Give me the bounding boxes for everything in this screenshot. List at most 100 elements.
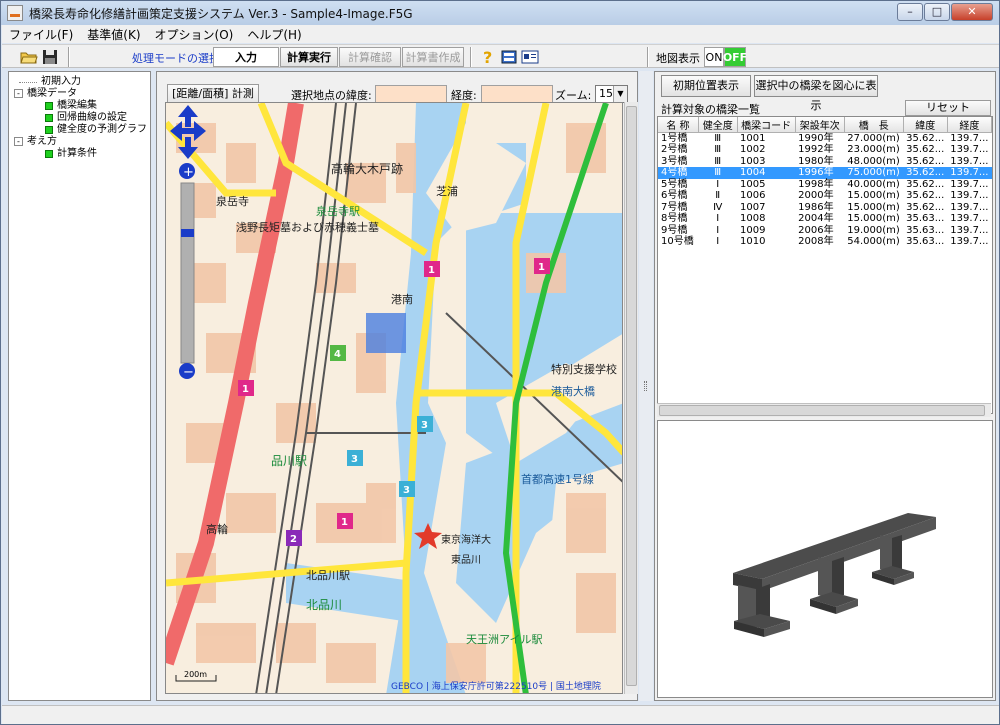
cell-latitude: 35.63... [906, 213, 945, 225]
svg-text:+: + [183, 165, 194, 180]
column-header-latitude[interactable]: 緯度 [903, 117, 948, 133]
manual-book-icon[interactable] [499, 47, 519, 67]
zoom-label: ズーム: [555, 89, 592, 102]
table-row[interactable]: 6号橋 Ⅱ 1006 2000年 15.000(m) 35.62... 139.7... [658, 190, 992, 202]
table-row[interactable]: 7号橋 Ⅳ 1007 1986年 15.000(m) 35.62... 139.7... [658, 202, 992, 214]
cell-code: 1002 [740, 144, 766, 156]
tree-item-bridge-edit[interactable]: 橋梁編集 [9, 100, 150, 112]
menu-bar: ファイル(F) 基準値(K) オプション(O) ヘルプ(H) [2, 25, 999, 43]
longitude-input[interactable] [481, 85, 553, 103]
confirm-calculation-button[interactable]: 計算確認 [339, 47, 401, 67]
zoom-slider[interactable]: + − [179, 163, 195, 380]
cell-code: 1004 [737, 167, 796, 179]
tree-item-initial-input[interactable]: 初期入力 [9, 76, 150, 88]
table-row[interactable]: 10号橋 Ⅰ 1010 2008年 54.000(m) 35.63... 139.7... [658, 236, 992, 248]
tree-item-calc-conditions[interactable]: 計算条件 [9, 148, 150, 160]
menu-file[interactable]: ファイル(F) [2, 26, 80, 43]
cell-longitude: 139.7... [950, 201, 989, 213]
help-icon[interactable]: ? [479, 47, 497, 67]
cell-longitude: 139.7... [947, 167, 992, 179]
map-label-higashishinagawa: 東品川 [451, 553, 481, 566]
menu-options[interactable]: オプション(O) [148, 26, 241, 43]
menu-help[interactable]: ヘルプ(H) [240, 26, 308, 43]
map-label-takanawa-gate: 高輪大木戸跡 [331, 161, 403, 176]
column-header-code[interactable]: 橋梁コード [737, 117, 796, 133]
table-row[interactable]: 3号橋 Ⅲ 1003 1980年 48.000(m) 35.62... 139.7... [658, 156, 992, 168]
mode-select-field[interactable]: 入力 [213, 47, 279, 67]
zoom-select[interactable]: 15 ▼ [595, 85, 628, 103]
menu-standard[interactable]: 基準値(K) [80, 26, 147, 43]
tree-node-icon [45, 150, 53, 158]
chevron-down-icon[interactable]: ▼ [613, 86, 627, 102]
map-label-sengakuji-temple: 泉岳寺 [216, 194, 249, 208]
mode-select-label: 処理モードの選択 [132, 52, 220, 65]
cell-length: 23.000(m) [847, 144, 900, 156]
measure-button[interactable]: [距離/面積] 計測 [167, 84, 259, 103]
table-row[interactable]: 8号橋 Ⅰ 1008 2004年 15.000(m) 35.63... 139.7... [658, 213, 992, 225]
map-off-button[interactable]: OFF [723, 47, 747, 67]
initial-position-button[interactable]: 初期位置表示 [661, 75, 751, 97]
cell-longitude: 139.7... [950, 144, 989, 156]
table-row[interactable]: 5号橋 Ⅰ 1005 1998年 40.000(m) 35.62... 139.7... [658, 179, 992, 191]
collapse-icon[interactable]: - [14, 137, 23, 146]
table-row[interactable]: 9号橋 Ⅰ 1009 2006年 19.000(m) 35.63... 139.7... [658, 225, 992, 237]
cell-health: Ⅲ [714, 133, 722, 144]
column-header-length[interactable]: 橋 長 [844, 117, 904, 133]
close-button[interactable]: ✕ [951, 3, 993, 21]
cell-health: Ⅲ [698, 167, 738, 179]
tree-node-icon [45, 102, 53, 110]
title-bar: 橋梁長寿命化修繕計画策定支援システム Ver.3 - Sample4-Image… [1, 1, 999, 25]
cell-health: Ⅰ [716, 236, 720, 248]
column-header-name[interactable]: 名 称 [658, 117, 699, 133]
open-folder-icon[interactable] [19, 47, 39, 67]
cell-name: 2号橋 [661, 144, 688, 156]
cell-longitude: 139.7... [950, 178, 989, 190]
info-card-icon[interactable] [520, 47, 540, 67]
zoom-value: 15 [599, 87, 613, 100]
cell-latitude: 35.63... [906, 224, 945, 236]
tree-item-health-forecast[interactable]: 健全度の予測グラフ [9, 124, 150, 136]
cell-year: 2006年 [798, 224, 834, 236]
run-calculation-button[interactable]: 計算実行 [280, 47, 338, 67]
map-canvas[interactable]: 高輪大木戸跡 泉岳寺駅 泉岳寺 浅野長矩墓および赤穂義士墓 品川駅 北品川駅 北… [165, 102, 623, 694]
cell-longitude: 139.7... [950, 236, 989, 248]
column-header-longitude[interactable]: 経度 [947, 117, 992, 133]
cell-year: 1992年 [798, 144, 834, 156]
cell-health: Ⅳ [713, 201, 723, 213]
table-row[interactable]: 1号橋 Ⅲ 1001 1990年 27.000(m) 35.62... 139.7... [658, 133, 992, 145]
table-horizontal-scrollbar[interactable] [657, 403, 991, 417]
latitude-label: 選択地点の緯度: [291, 89, 372, 102]
tree-item-regression-curve[interactable]: 回帰曲線の設定 [9, 112, 150, 124]
cell-code: 1003 [740, 155, 766, 167]
panel-splitter[interactable] [639, 71, 653, 701]
window-controls: – □ ✕ [896, 3, 993, 21]
maximize-button[interactable]: □ [924, 3, 950, 21]
create-report-button[interactable]: 計算書作成 [402, 47, 464, 67]
collapse-icon[interactable]: - [14, 89, 23, 98]
cell-length: 75.000(m) [844, 167, 904, 179]
map-panel: [距離/面積] 計測 選択地点の緯度: 経度: ズーム: 15 ▼ 高輪大木戸跡… [156, 71, 638, 701]
svg-text:−: − [183, 365, 194, 380]
save-icon[interactable] [40, 47, 60, 67]
tree-item-label: 計算条件 [57, 148, 97, 159]
cell-latitude: 35.62... [906, 190, 945, 202]
cell-name: 9号橋 [661, 224, 688, 236]
status-bar [2, 705, 999, 724]
reset-button[interactable]: リセット [905, 100, 991, 116]
table-row[interactable]: 2号橋 Ⅲ 1002 1992年 23.000(m) 35.62... 139.7... [658, 144, 992, 156]
latitude-input[interactable] [375, 85, 447, 103]
tree-item-bridge-data[interactable]: - 橋梁データ [9, 88, 150, 100]
tree-item-concept[interactable]: - 考え方 [9, 136, 150, 148]
column-header-year[interactable]: 架設年次 [795, 117, 845, 133]
minimize-button[interactable]: – [897, 3, 923, 21]
map-label-shinagawa-station: 品川駅 [271, 454, 307, 468]
map-label-sengakuji-station: 泉岳寺駅 [316, 204, 360, 218]
cell-name: 7号橋 [661, 201, 688, 213]
column-header-health[interactable]: 健全度 [698, 117, 738, 133]
cell-name: 5号橋 [661, 178, 688, 190]
map-vertical-scrollbar[interactable] [624, 102, 638, 694]
map-label-kitashinagawa-station: 北品川駅 [306, 569, 350, 582]
center-selected-bridge-button[interactable]: 選択中の橋梁を図心に表示 [754, 75, 878, 112]
table-row[interactable]: 4号橋 Ⅲ 1004 1996年 75.000(m) 35.62... 139.7... [658, 167, 992, 179]
map-on-button[interactable]: ON [704, 47, 724, 67]
